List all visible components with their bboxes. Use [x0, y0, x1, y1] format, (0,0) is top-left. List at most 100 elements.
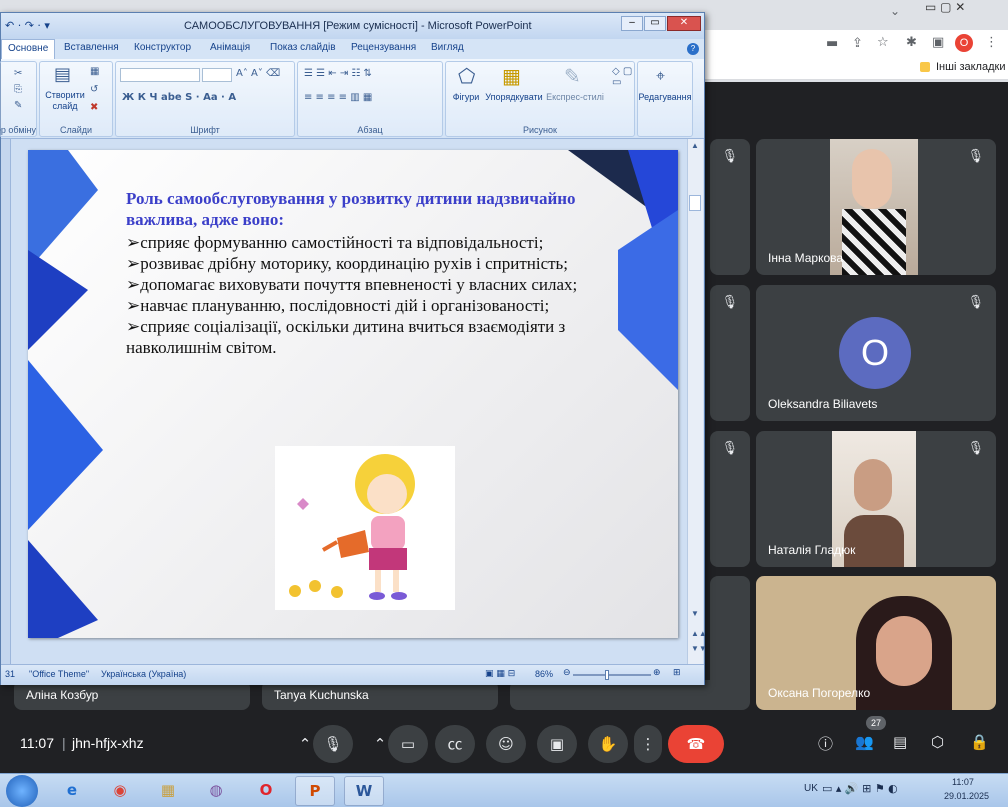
cut-icon[interactable]: ✂: [14, 68, 22, 79]
editing-group: ⌖ Редагування: [637, 61, 693, 137]
tab-review[interactable]: Рецензування: [351, 42, 416, 53]
layout-icon[interactable]: ▦: [90, 66, 99, 77]
viber-icon[interactable]: ◍: [196, 776, 236, 806]
tab-design[interactable]: Конструктор: [134, 42, 191, 53]
zoom-level[interactable]: 86%: [535, 669, 553, 679]
group-label: Буфер обміну: [0, 125, 36, 135]
drawing-group: ⬠ Фігури ▦ Упорядкувати ✎ Експрес-стилі …: [445, 61, 635, 137]
raise-hand-button[interactable]: ✋: [588, 725, 628, 763]
present-button[interactable]: ▣: [537, 725, 577, 763]
word-icon[interactable]: W: [344, 776, 384, 806]
thumbnail-pane-edge: [1, 139, 11, 664]
camera-icon[interactable]: ▬: [826, 36, 838, 51]
ribbon-tabs: Основне Вставлення Конструктор Анімація …: [1, 39, 704, 59]
participant-tile: 🎙: [710, 431, 750, 567]
binoculars-icon[interactable]: ⌖: [656, 66, 665, 86]
participant-tile: 🎙: [710, 139, 750, 275]
help-icon[interactable]: ?: [687, 43, 699, 55]
maximize-button[interactable]: ▭: [644, 16, 666, 31]
activities-icon[interactable]: ⬡: [931, 733, 944, 751]
participant-name: Інна Маркова: [768, 251, 844, 265]
bullet-item: ➢навчає плануванню, послідовності дій і …: [126, 296, 550, 315]
tab-insert[interactable]: Вставлення: [64, 42, 119, 53]
shapes-button[interactable]: Фігури: [448, 92, 484, 102]
tab-slideshow[interactable]: Показ слайдів: [270, 42, 336, 53]
format-painter-icon[interactable]: ✎: [14, 100, 22, 111]
vertical-scrollbar[interactable]: ▲ ▼ ▲▲ ▼▼: [687, 139, 707, 664]
quick-access-toolbar[interactable]: ↶ · ↷ · ▾: [5, 19, 50, 32]
reset-icon[interactable]: ↺: [90, 84, 98, 95]
arrow-bullet-icon: ➢: [126, 275, 141, 294]
sidepanel-icon[interactable]: ▣: [932, 35, 944, 50]
mic-button[interactable]: 🎙: [313, 725, 353, 763]
arrange-icon[interactable]: ▦: [502, 64, 521, 88]
quick-styles-button[interactable]: Експрес-стилі: [544, 92, 606, 102]
meeting-time: 11:07: [20, 735, 54, 751]
slide-canvas[interactable]: Роль самообслуговування у розвитку дитин…: [28, 150, 678, 638]
chevron-down-icon[interactable]: ⌄: [890, 4, 900, 18]
zoom-out-icon[interactable]: ⊖: [563, 668, 571, 678]
info-icon[interactable]: ⓘ: [818, 733, 833, 754]
tab-animation[interactable]: Анімація: [210, 42, 250, 53]
copy-icon[interactable]: ⎘: [14, 84, 22, 95]
font-size-select[interactable]: [202, 68, 232, 82]
align-icons[interactable]: ≡ ≡ ≡ ≡ ▥ ▦: [304, 92, 372, 103]
close-button[interactable]: ✕: [667, 16, 701, 31]
captions-button[interactable]: ㏄: [435, 725, 475, 763]
chrome-icon[interactable]: ◉: [100, 776, 140, 806]
quick-styles-icon[interactable]: ✎: [564, 64, 581, 88]
tray-icons[interactable]: ▭ ▴ 🔊 ⊞ ⚑ ◐: [822, 782, 898, 795]
fill-icons[interactable]: ◇ ▢ ▭: [612, 66, 634, 88]
delete-icon[interactable]: ✖: [90, 102, 98, 113]
start-button[interactable]: [6, 775, 38, 807]
explorer-icon[interactable]: ▦: [148, 776, 188, 806]
mic-off-icon: 🎙: [721, 149, 738, 164]
star-icon[interactable]: ☆: [877, 35, 889, 50]
people-icon[interactable]: 👥: [855, 733, 874, 751]
zoom-thumb[interactable]: [605, 670, 609, 680]
font-format-icons[interactable]: Ж К Ч abe S · Aa · A: [122, 92, 236, 103]
emoji-button[interactable]: ☺: [486, 725, 526, 763]
minimize-button[interactable]: –: [621, 16, 643, 31]
tab-home[interactable]: Основне: [1, 39, 56, 59]
window-controls[interactable]: ▭ ▢ ✕: [925, 0, 965, 14]
profile-avatar[interactable]: O: [955, 34, 973, 52]
font-family-select[interactable]: [120, 68, 200, 82]
end-call-button[interactable]: ☎: [668, 725, 724, 763]
scroll-thumb[interactable]: [689, 195, 701, 211]
language-status[interactable]: Українська (Україна): [101, 669, 186, 679]
next-slide-icon[interactable]: ▼▼: [691, 644, 707, 653]
new-slide-button[interactable]: Створити слайд: [42, 90, 88, 112]
folder-icon: [920, 62, 930, 72]
extensions-icon[interactable]: ✱: [906, 35, 917, 50]
scroll-down-icon[interactable]: ▼: [691, 609, 699, 618]
view-buttons[interactable]: ▣ ▦ ⊟: [485, 669, 515, 679]
opera-icon[interactable]: O: [246, 776, 286, 806]
fit-window-icon[interactable]: ⊞: [673, 668, 681, 678]
zoom-slider[interactable]: [573, 674, 651, 676]
menu-icon[interactable]: ⋮: [985, 35, 998, 50]
group-label: Рисунок: [523, 125, 557, 135]
shapes-icon[interactable]: ⬠: [458, 64, 475, 88]
language-indicator[interactable]: UK: [804, 783, 818, 794]
host-controls-icon[interactable]: 🔒: [970, 733, 989, 751]
arrow-bullet-icon: ➢: [126, 296, 141, 315]
powerpoint-icon[interactable]: P: [295, 776, 335, 806]
more-options-button[interactable]: ⋮: [634, 725, 662, 763]
clock-time: 11:07: [952, 777, 974, 787]
prev-slide-icon[interactable]: ▲▲: [691, 629, 707, 638]
ie-icon[interactable]: e: [52, 776, 92, 806]
tab-view[interactable]: Вигляд: [431, 42, 464, 53]
arrange-button[interactable]: Упорядкувати: [484, 92, 544, 102]
zoom-in-icon[interactable]: ⊕: [653, 668, 661, 678]
bookmarks-other[interactable]: Інші закладки: [936, 61, 1005, 73]
windows-taskbar: e ◉ ▦ ◍ O P W UK ▭ ▴ 🔊 ⊞ ⚑ ◐ 11:07 29.01…: [0, 773, 1008, 807]
chat-icon[interactable]: ▤: [893, 733, 907, 751]
list-icons[interactable]: ☰ ☰ ⇤ ⇥ ☷ ⇅: [304, 68, 372, 79]
editing-button[interactable]: Редагування: [638, 92, 692, 102]
share-icon[interactable]: ⇪: [852, 36, 863, 51]
camera-button[interactable]: ▭: [388, 725, 428, 763]
new-slide-icon[interactable]: ▤: [54, 64, 71, 85]
scroll-up-icon[interactable]: ▲: [691, 141, 699, 150]
font-grow-icon[interactable]: A˄ A˅ ⌫: [236, 68, 280, 79]
